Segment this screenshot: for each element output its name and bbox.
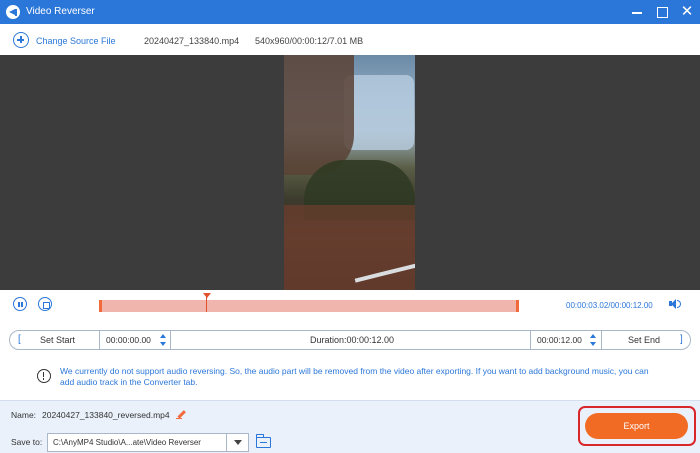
set-start-button[interactable]: Set Start (10, 331, 99, 349)
video-preview (0, 55, 700, 290)
output-file-name: 20240427_133840_reversed.mp4 (42, 410, 170, 420)
pencil-icon[interactable] (176, 409, 186, 419)
minimize-button[interactable] (624, 0, 650, 24)
export-highlight: Export (578, 406, 696, 446)
start-time-stepper[interactable] (160, 333, 168, 347)
plus-circle-icon[interactable] (13, 32, 29, 48)
save-to-label: Save to: (11, 437, 43, 447)
name-label: Name: (11, 410, 37, 420)
change-source-file-button[interactable]: Change Source File (36, 36, 116, 46)
chevron-down-icon[interactable] (226, 434, 249, 451)
save-path-select[interactable]: C:\AnyMP4 Studio\A...ate\Video Reverser (47, 433, 249, 452)
source-file-name: 20240427_133840.mp4 (144, 36, 240, 46)
export-button[interactable]: Export (585, 413, 688, 439)
title-bar: Video Reverser ✕ (0, 0, 700, 24)
playback-controls: 00:00:03.02/00:00:12.00 (0, 290, 700, 322)
info-icon (37, 369, 51, 383)
close-button[interactable]: ✕ (674, 0, 700, 24)
duration-label: Duration:00:00:12.00 (310, 335, 395, 345)
maximize-button[interactable] (649, 0, 675, 24)
save-path-value: C:\AnyMP4 Studio\A...ate\Video Reverser (53, 438, 201, 447)
video-reverser-icon (6, 5, 20, 19)
time-readout: 00:00:03.02/00:00:12.00 (566, 301, 653, 310)
set-end-button[interactable]: Set End (628, 331, 660, 349)
source-file-info: 540x960/00:00:12/7.01 MB (255, 36, 364, 46)
stop-icon[interactable] (38, 297, 52, 311)
trim-bar: [ Set Start 00:00:00.00 Duration:00:00:1… (9, 330, 691, 350)
playhead-marker[interactable] (202, 293, 211, 312)
timeline-track[interactable] (99, 293, 519, 312)
pause-icon[interactable] (13, 297, 27, 311)
end-time-stepper[interactable] (590, 333, 598, 347)
window-title: Video Reverser (26, 6, 95, 17)
source-file-bar: Change Source File 20240427_133840.mp4 5… (0, 24, 700, 55)
video-frame (284, 55, 415, 290)
speaker-icon[interactable] (669, 298, 681, 310)
trim-end-bracket: ] (680, 334, 683, 345)
folder-icon[interactable] (255, 434, 271, 448)
audio-notice: We currently do not support audio revers… (60, 366, 649, 387)
